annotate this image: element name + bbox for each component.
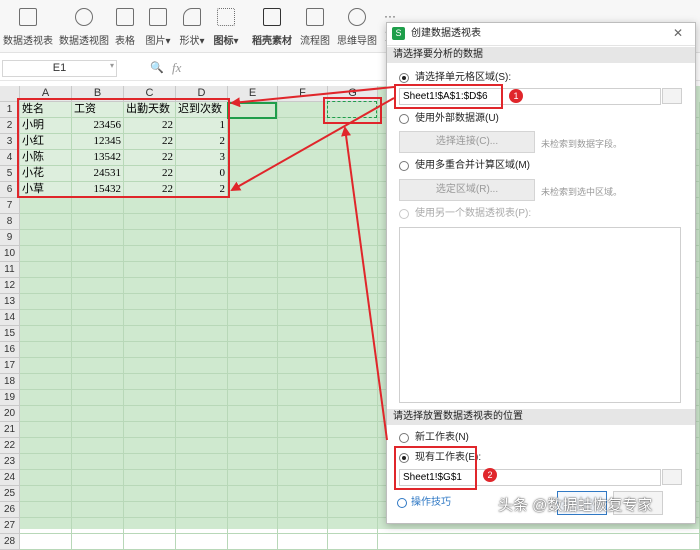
cell[interactable] bbox=[228, 534, 278, 550]
annotation-arrows bbox=[230, 86, 395, 441]
row-header-28[interactable]: 28 bbox=[0, 534, 20, 550]
cell[interactable] bbox=[378, 534, 700, 550]
cell[interactable] bbox=[176, 534, 228, 550]
arrow-to-target-cell bbox=[341, 126, 388, 441]
arrow-to-source-range-bottom bbox=[230, 97, 395, 191]
cell[interactable] bbox=[278, 534, 328, 550]
cell[interactable] bbox=[72, 534, 124, 550]
cell[interactable] bbox=[124, 534, 176, 550]
watermark-text: 头条 @数据蛙恢复专家 bbox=[498, 497, 653, 514]
cell[interactable] bbox=[20, 534, 72, 550]
cell[interactable] bbox=[328, 534, 378, 550]
arrow-to-source-range bbox=[230, 86, 395, 108]
